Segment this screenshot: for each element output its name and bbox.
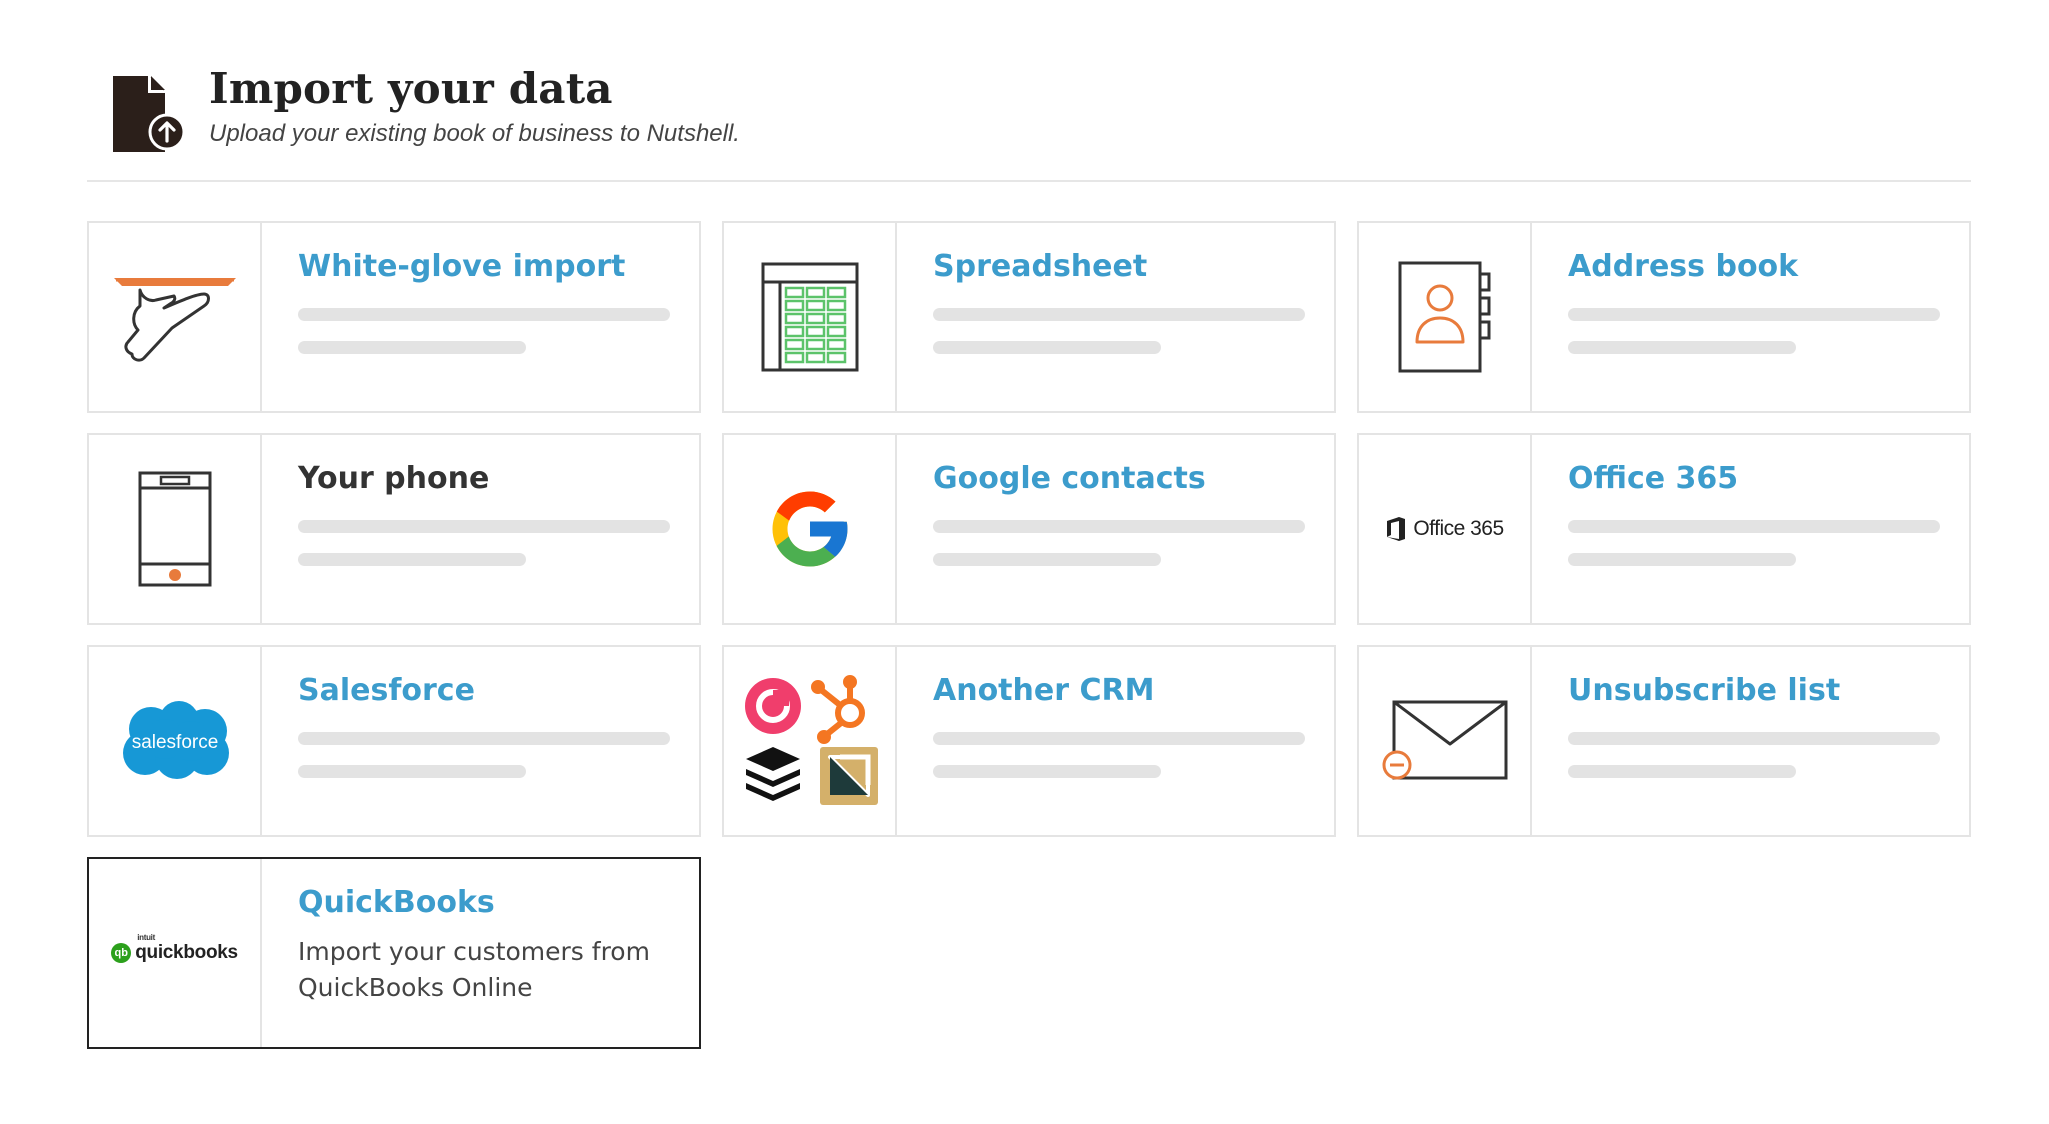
option-title: Salesforce bbox=[298, 673, 475, 708]
placeholder-line bbox=[933, 341, 1161, 354]
placeholder-line bbox=[298, 732, 670, 745]
copper-logo bbox=[744, 678, 801, 734]
office-icon bbox=[1387, 517, 1406, 541]
option-title: Google contacts bbox=[933, 461, 1206, 496]
page-subtitle: Upload your existing book of business to… bbox=[209, 120, 740, 147]
placeholder-line bbox=[933, 765, 1161, 778]
option-title: Another CRM bbox=[933, 673, 1155, 708]
option-title: Unsubscribe list bbox=[1568, 673, 1841, 708]
salesforce-logo: salesforce bbox=[122, 701, 229, 779]
option-title: Office 365 bbox=[1568, 461, 1739, 496]
option-address-book[interactable]: Address book bbox=[1357, 221, 1971, 413]
placeholder-line bbox=[1568, 520, 1940, 533]
option-white-glove-import[interactable]: White-glove import bbox=[87, 221, 701, 413]
spreadsheet-icon bbox=[761, 262, 858, 372]
placeholder-line bbox=[1568, 732, 1940, 745]
option-google-contacts[interactable]: Google contacts bbox=[722, 433, 1336, 625]
placeholder-line bbox=[933, 308, 1305, 321]
hubspot-logo bbox=[810, 675, 865, 744]
page-header: Import your data Upload your existing bo… bbox=[87, 62, 1971, 182]
placeholder-line bbox=[298, 553, 526, 566]
office-365-logo: Office 365 bbox=[1385, 516, 1504, 542]
placeholder-line bbox=[298, 765, 526, 778]
layers-logo bbox=[745, 747, 800, 801]
option-title: QuickBooks bbox=[298, 885, 495, 920]
placeholder-line bbox=[1568, 308, 1940, 321]
placeholder-line bbox=[298, 308, 670, 321]
option-spreadsheet[interactable]: Spreadsheet bbox=[722, 221, 1336, 413]
google-logo bbox=[772, 491, 847, 567]
option-title: Your phone bbox=[298, 461, 490, 496]
square-logo bbox=[819, 747, 878, 805]
address-book-icon bbox=[1398, 261, 1490, 373]
page-title: Import your data bbox=[209, 64, 613, 113]
crm-logos-icon bbox=[744, 675, 878, 805]
quickbooks-badge: qb bbox=[111, 943, 132, 963]
option-office-365[interactable]: Office 365 Office 365 bbox=[1357, 433, 1971, 625]
envelope-minus-icon bbox=[1382, 700, 1507, 780]
office-365-logo-text: Office 365 bbox=[1413, 517, 1504, 540]
quickbooks-logo-text: quickbooks bbox=[135, 942, 238, 963]
option-description: Import your customers from QuickBooks On… bbox=[298, 937, 650, 1002]
file-upload-icon bbox=[113, 76, 186, 152]
option-another-crm[interactable]: Another CRM bbox=[722, 645, 1336, 837]
option-title: White-glove import bbox=[298, 249, 626, 284]
placeholder-line bbox=[298, 520, 670, 533]
placeholder-line bbox=[1568, 765, 1796, 778]
intuit-text: intuit bbox=[137, 933, 155, 942]
serving-tray-hand-icon bbox=[113, 278, 236, 362]
placeholder-line bbox=[1568, 553, 1796, 566]
placeholder-line bbox=[298, 341, 526, 354]
salesforce-logo-text: salesforce bbox=[131, 732, 218, 753]
option-title: Spreadsheet bbox=[933, 249, 1148, 284]
quickbooks-logo: qb intuit quickbooks bbox=[111, 933, 238, 964]
option-unsubscribe-list[interactable]: Unsubscribe list bbox=[1357, 645, 1971, 837]
option-quickbooks[interactable]: qb intuit quickbooks QuickBooks Import y… bbox=[87, 857, 701, 1049]
option-your-phone[interactable]: Your phone bbox=[87, 433, 701, 625]
option-title: Address book bbox=[1568, 249, 1799, 284]
placeholder-line bbox=[933, 520, 1305, 533]
phone-icon bbox=[138, 471, 211, 587]
placeholder-line bbox=[933, 732, 1305, 745]
option-salesforce[interactable]: salesforce Salesforce bbox=[87, 645, 701, 837]
placeholder-line bbox=[1568, 341, 1796, 354]
placeholder-line bbox=[933, 553, 1161, 566]
